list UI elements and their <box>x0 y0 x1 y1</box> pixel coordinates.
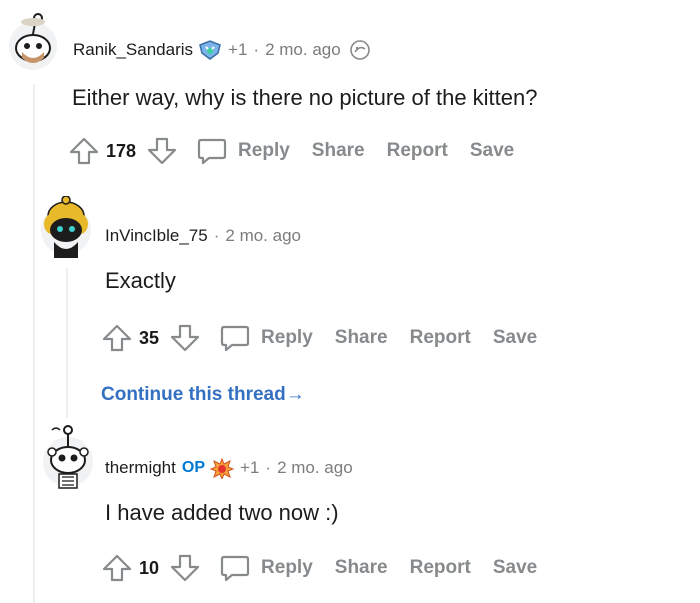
snoo-avatar-icon <box>41 196 91 258</box>
save-button[interactable]: Save <box>493 557 537 579</box>
comment-meta: InVincIble_75 · 2 mo. ago <box>105 226 301 246</box>
vote-score: 178 <box>106 140 137 161</box>
comment-meta: Ranik_Sandaris +1 · 2 mo. ago <box>73 39 371 61</box>
arrow-right-icon: → <box>285 384 305 405</box>
comment-bubble-icon[interactable] <box>219 552 251 584</box>
snoo-avatar-icon <box>9 13 57 70</box>
snoo-avatar-icon <box>43 425 93 489</box>
upvote-icon[interactable] <box>68 135 100 167</box>
edited-icon <box>349 39 371 61</box>
reply-button[interactable]: Reply <box>261 327 313 349</box>
continue-thread-label: Continue this thread <box>101 384 286 405</box>
upvote-icon[interactable] <box>101 552 133 584</box>
avatar[interactable] <box>42 424 94 490</box>
save-button[interactable]: Save <box>493 327 537 349</box>
continue-thread-link[interactable]: Continue this thread→ <box>101 384 305 406</box>
avatar[interactable] <box>8 12 58 72</box>
share-button[interactable]: Share <box>335 557 388 579</box>
award-icon[interactable] <box>209 457 235 481</box>
author-name[interactable]: Ranik_Sandaris <box>73 40 193 60</box>
share-button[interactable]: Share <box>335 327 388 349</box>
comment-bubble-icon[interactable] <box>219 322 251 354</box>
author-name[interactable]: thermight <box>105 458 176 478</box>
comment-actions: 35 Reply Share Report Save <box>101 322 559 354</box>
comment-thread: Ranik_Sandaris +1 · 2 mo. ago Either way… <box>0 0 700 603</box>
vote-score: 10 <box>139 557 160 578</box>
comment-body: I have added two now :) <box>105 500 339 525</box>
comment-actions: 10 Reply Share Report Save <box>101 552 559 584</box>
meta-separator: · <box>253 40 260 59</box>
comment-body: Exactly <box>105 268 176 293</box>
author-name[interactable]: InVincIble_75 <box>105 226 208 246</box>
avatar[interactable] <box>40 196 92 258</box>
comment-meta: thermight OP +1 · 2 mo. ago <box>105 457 353 481</box>
timestamp[interactable]: 2 mo. ago <box>277 458 353 478</box>
award-count: +1 <box>240 458 260 477</box>
downvote-icon[interactable] <box>169 552 201 584</box>
reply-button[interactable]: Reply <box>238 140 290 162</box>
downvote-icon[interactable] <box>146 135 178 167</box>
comment-actions: 178 Reply Share Report Save <box>68 135 536 167</box>
award-icon[interactable] <box>198 39 222 61</box>
op-badge: OP <box>181 459 205 476</box>
save-button[interactable]: Save <box>470 140 514 162</box>
report-button[interactable]: Report <box>387 140 448 162</box>
downvote-icon[interactable] <box>169 322 201 354</box>
meta-separator: · <box>265 458 272 477</box>
share-button[interactable]: Share <box>312 140 365 162</box>
timestamp[interactable]: 2 mo. ago <box>265 40 341 60</box>
timestamp[interactable]: 2 mo. ago <box>225 226 301 246</box>
award-count: +1 <box>228 40 248 59</box>
comment-body: Either way, why is there no picture of t… <box>72 85 538 110</box>
meta-separator: · <box>213 226 220 245</box>
vote-score: 35 <box>139 327 160 348</box>
thread-line-level-1[interactable] <box>33 84 35 603</box>
upvote-icon[interactable] <box>101 322 133 354</box>
report-button[interactable]: Report <box>410 557 471 579</box>
reply-button[interactable]: Reply <box>261 557 313 579</box>
thread-line-level-2[interactable] <box>66 268 68 418</box>
comment-bubble-icon[interactable] <box>196 135 228 167</box>
report-button[interactable]: Report <box>410 327 471 349</box>
